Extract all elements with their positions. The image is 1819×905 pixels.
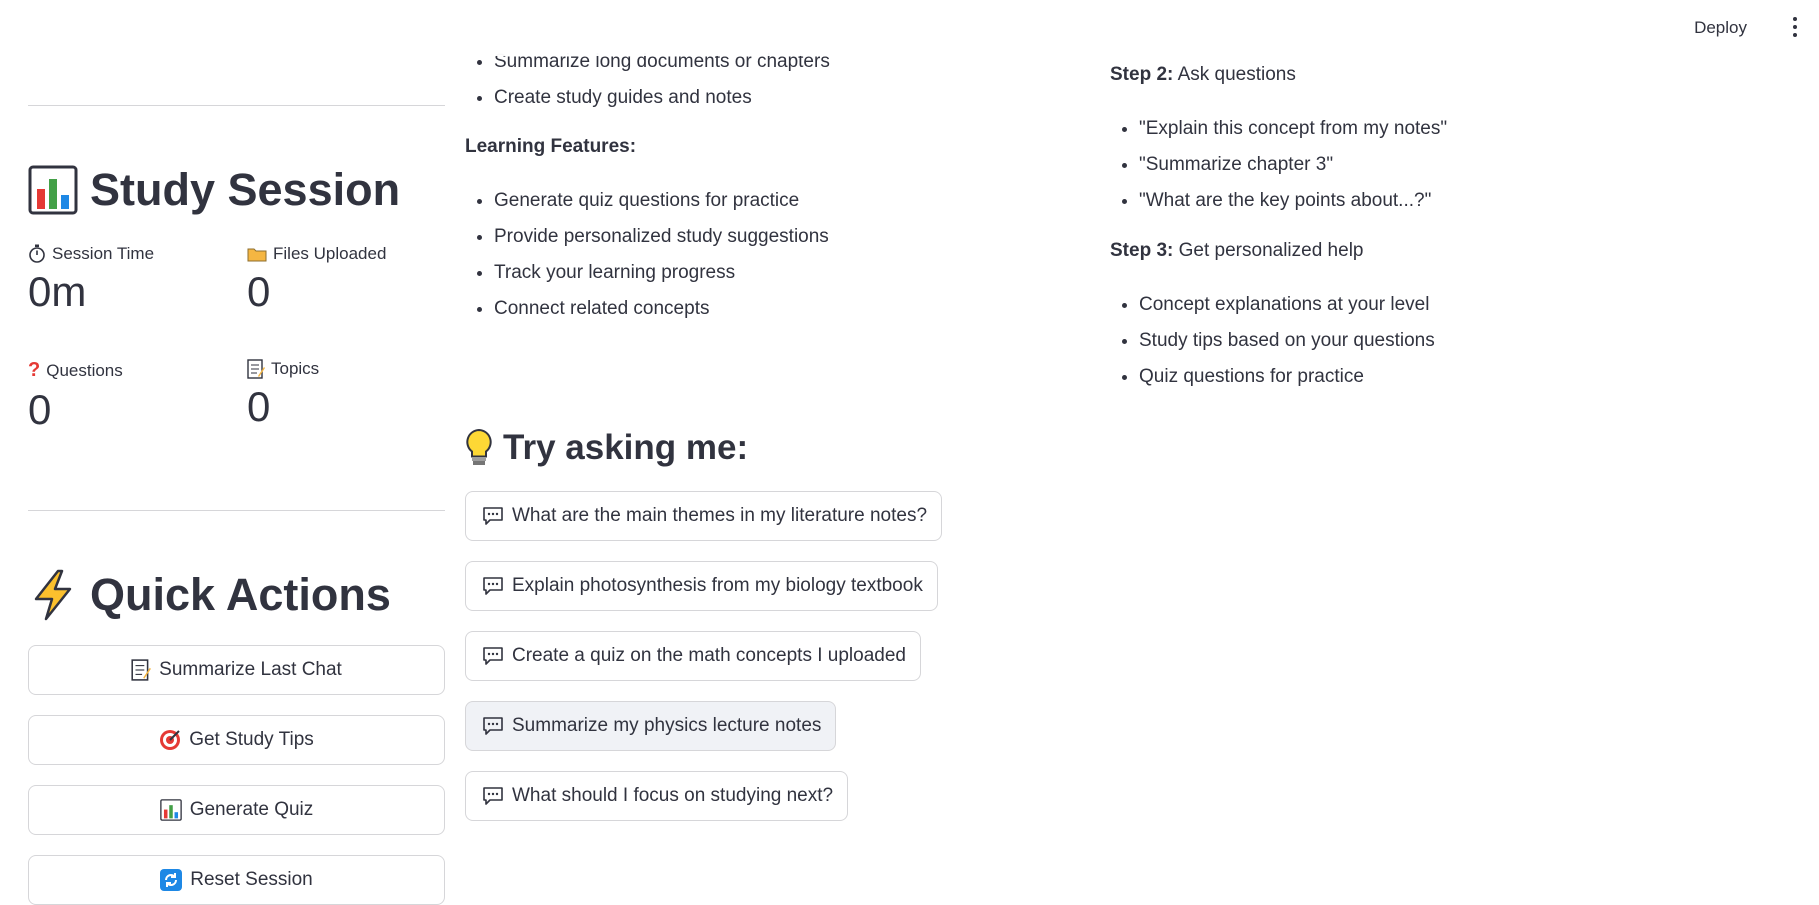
list-item: "Summarize chapter 3" bbox=[1139, 147, 1447, 183]
app-header: Deploy bbox=[0, 0, 1819, 56]
bar-chart-icon bbox=[28, 165, 78, 215]
metric-value: 0m bbox=[28, 268, 87, 315]
metric-files-uploaded: Files Uploaded 0 bbox=[247, 244, 386, 316]
suggestion-button[interactable]: Create a quiz on the math concepts I upl… bbox=[465, 631, 921, 681]
list-item: Connect related concepts bbox=[494, 291, 829, 327]
try-asking-title: Try asking me: bbox=[465, 428, 748, 468]
question-mark-icon: ? bbox=[28, 359, 41, 381]
metric-label: Topics bbox=[271, 359, 320, 378]
metric-session-time: Session Time 0m bbox=[28, 244, 154, 316]
main-menu-button[interactable] bbox=[1785, 12, 1805, 42]
speech-bubble-icon bbox=[482, 576, 504, 596]
step-2-list: "Explain this concept from my notes" "Su… bbox=[1110, 111, 1447, 219]
memo-icon bbox=[247, 359, 265, 379]
sidebar-divider bbox=[28, 510, 445, 511]
refresh-icon bbox=[160, 869, 183, 891]
metric-value: 0 bbox=[247, 383, 271, 430]
metric-topics: Topics 0 bbox=[247, 359, 319, 431]
metric-value: 0 bbox=[247, 268, 271, 315]
target-icon bbox=[159, 729, 181, 751]
metric-questions: ? Questions 0 bbox=[28, 359, 123, 434]
step-3-heading: Step 3: Get personalized help bbox=[1110, 240, 1364, 261]
generate-quiz-button[interactable]: Generate Quiz bbox=[28, 785, 445, 835]
metric-label: Questions bbox=[46, 360, 123, 380]
stopwatch-icon bbox=[28, 244, 46, 264]
speech-bubble-icon bbox=[482, 506, 504, 526]
suggestion-button[interactable]: What should I focus on studying next? bbox=[465, 771, 849, 821]
list-item: Track your learning progress bbox=[494, 255, 829, 291]
study-session-title: Study Session bbox=[28, 164, 400, 216]
step-3-list: Concept explanations at your level Study… bbox=[1110, 287, 1435, 395]
speech-bubble-icon bbox=[482, 786, 504, 806]
list-item: Study tips based on your questions bbox=[1139, 323, 1435, 359]
list-item: Provide personalized study suggestions bbox=[494, 219, 829, 255]
list-item: Generate quiz questions for practice bbox=[494, 183, 829, 219]
light-bulb-icon bbox=[465, 428, 493, 468]
summarize-last-chat-button[interactable]: Summarize Last Chat bbox=[28, 645, 445, 695]
speech-bubble-icon bbox=[482, 716, 504, 736]
metric-value: 0 bbox=[28, 386, 52, 433]
list-item: "What are the key points about...?" bbox=[1139, 183, 1447, 219]
memo-icon bbox=[131, 659, 152, 681]
list-item: Concept explanations at your level bbox=[1139, 287, 1435, 323]
learning-features-heading: Learning Features: bbox=[465, 136, 637, 157]
suggestion-button[interactable]: What are the main themes in my literatur… bbox=[465, 491, 943, 541]
speech-bubble-icon bbox=[482, 646, 504, 666]
bar-chart-icon bbox=[159, 799, 182, 821]
list-item: "Explain this concept from my notes" bbox=[1139, 111, 1447, 147]
suggestion-button[interactable]: Summarize my physics lecture notes bbox=[465, 701, 837, 751]
step-2-heading: Step 2: Ask questions bbox=[1110, 64, 1296, 85]
reset-session-button[interactable]: Reset Session bbox=[28, 855, 445, 905]
list-item: Quiz questions for practice bbox=[1139, 359, 1435, 395]
learning-features-list: Generate quiz questions for practice Pro… bbox=[465, 183, 829, 327]
suggestion-button[interactable]: Explain photosynthesis from my biology t… bbox=[465, 561, 938, 611]
folder-icon bbox=[247, 246, 267, 262]
metric-label: Files Uploaded bbox=[273, 244, 387, 263]
quick-actions-title: Quick Actions bbox=[28, 569, 391, 621]
get-study-tips-button[interactable]: Get Study Tips bbox=[28, 715, 445, 765]
more-icon bbox=[1793, 17, 1797, 21]
sidebar-divider bbox=[28, 105, 445, 106]
metric-label: Session Time bbox=[52, 244, 155, 263]
lightning-icon bbox=[28, 569, 78, 621]
list-item: Create study guides and notes bbox=[494, 80, 830, 116]
deploy-button[interactable]: Deploy bbox=[1682, 12, 1759, 44]
